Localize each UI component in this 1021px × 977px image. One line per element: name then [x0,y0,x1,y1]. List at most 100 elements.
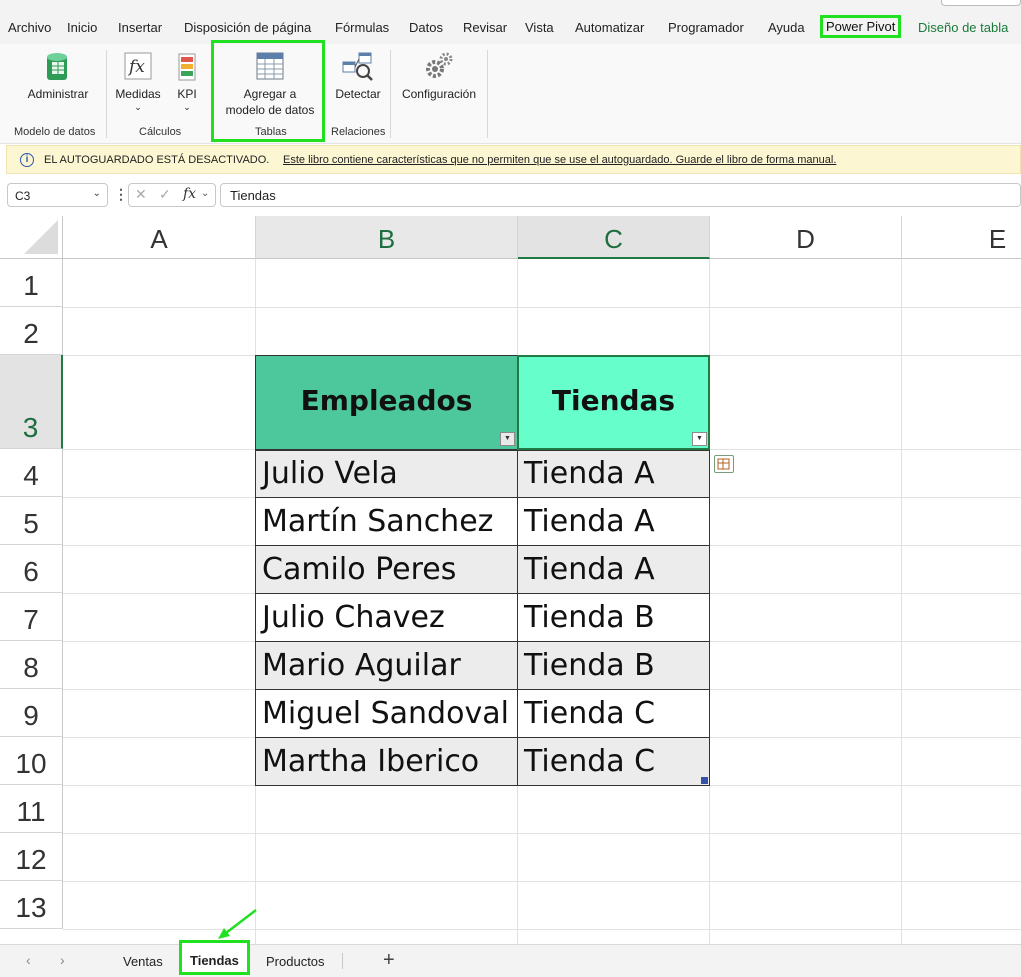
column-header-a[interactable]: A [63,216,256,259]
tab-automatizar[interactable]: Automatizar [575,20,644,35]
formula-bar: C3 ⌄ ⋮ ✕ ✓ fx ⌄ Tiendas [0,180,1021,210]
sheet-tab-productos[interactable]: Productos [266,954,325,969]
column-header-b[interactable]: B [256,216,518,259]
group-label-tablas: Tablas [255,126,287,138]
table-cell[interactable]: Tienda C [518,696,655,731]
column-header-d[interactable]: D [710,216,902,259]
configuracion-button[interactable]: Configuración [398,50,480,102]
fx-function-icon: fx [124,52,152,80]
column-header-e[interactable]: E [902,216,1021,259]
table-cell[interactable]: Tienda B [518,648,655,683]
administrar-label: Administrar [27,87,89,101]
ribbon-separator [106,50,107,138]
data-model-icon [47,53,67,80]
row-header[interactable]: 6 [0,545,63,593]
table-cell[interactable]: Miguel Sandoval [256,696,509,731]
cancel-icon[interactable]: ✕ [135,186,147,203]
group-label-relaciones: Relaciones [331,126,386,138]
chevron-down-icon[interactable]: ⌄ [93,188,101,199]
annotation-arrow-icon [218,909,257,939]
name-box-value: C3 [15,189,31,203]
group-label-modelo: Modelo de datos [14,126,96,138]
more-options-icon[interactable]: ⋮ [114,186,128,203]
tab-programador[interactable]: Programador [668,20,744,35]
tab-formulas[interactable]: Fórmulas [335,20,389,35]
tab-diseno-de-tabla[interactable]: Diseño de tabla [918,20,1008,35]
table-cell[interactable]: Tienda A [518,504,655,539]
chevron-down-icon[interactable]: ⌄ [201,188,209,199]
table-cell[interactable]: Tienda C [518,744,655,779]
select-all-button[interactable] [0,216,63,259]
kpi-button[interactable]: KPI ⌄ [172,50,202,112]
sheet-tab-bar: ‹ › Ventas Tiendas Productos + [0,940,1021,977]
sheet-tab-ventas[interactable]: Ventas [123,954,163,969]
configuracion-label: Configuración [401,87,477,101]
confirm-icon[interactable]: ✓ [159,186,171,203]
row-header[interactable]: 1 [0,259,63,307]
row-header[interactable]: 2 [0,307,63,355]
table-resize-handle[interactable] [701,777,708,784]
tab-datos[interactable]: Datos [409,20,443,35]
detectar-button[interactable]: Detectar [333,50,383,102]
table-cell[interactable]: Martha Iberico [256,744,479,779]
chevron-down-icon: ⌄ [134,102,142,112]
table-cell[interactable]: Julio Chavez [256,600,445,635]
tab-disposicion[interactable]: Disposición de página [184,20,311,35]
table-cell[interactable]: Tienda B [518,600,655,635]
tab-vista[interactable]: Vista [525,20,554,35]
table-cell[interactable]: Julio Vela [256,456,398,491]
tab-revisar[interactable]: Revisar [463,20,507,35]
tab-ayuda[interactable]: Ayuda [768,20,805,35]
tab-power-pivot[interactable]: Power Pivot [820,15,902,38]
insert-function-icon[interactable]: fx [183,186,196,202]
formula-input[interactable]: Tiendas [220,183,1021,207]
svg-text:fx: fx [127,57,145,77]
detectar-label: Detectar [335,87,381,101]
tab-archivo[interactable]: Archivo [8,20,51,35]
row-header[interactable]: 9 [0,689,63,737]
row-header[interactable]: 4 [0,449,63,497]
row-header[interactable]: 13 [0,881,63,929]
add-sheet-button[interactable]: + [383,949,395,972]
row-header[interactable]: 8 [0,641,63,689]
row-header[interactable]: 11 [0,785,63,833]
chevron-left-icon[interactable]: ‹ [26,952,31,968]
infobar-message-link[interactable]: Este libro contiene características que … [283,154,836,166]
sheet-tab-tiendas[interactable]: Tiendas [179,940,250,975]
tab-inicio[interactable]: Inicio [67,20,97,35]
active-cell-outline [517,355,710,450]
row-header-selected[interactable]: 3 [0,355,63,449]
administrar-button[interactable]: Administrar [20,50,96,102]
table-cell[interactable]: Mario Aguilar [256,648,461,683]
info-icon: i [20,153,34,167]
search-box-edge[interactable] [941,0,1021,6]
gear-icon [426,52,453,78]
formula-buttons: ✕ ✓ fx ⌄ [128,183,216,207]
table-grid-icon [256,52,284,80]
name-box[interactable]: C3 ⌄ [7,183,108,207]
column-header-c[interactable]: C [518,216,710,259]
autosave-info-bar: i EL AUTOGUARDADO ESTÁ DESACTIVADO. Este… [6,145,1021,174]
chevron-right-icon[interactable]: › [60,952,65,968]
table-cell[interactable]: Camilo Peres [256,552,456,587]
table-cell[interactable]: Martín Sanchez [256,504,493,539]
row-header[interactable]: 5 [0,497,63,545]
detect-relationships-icon [342,52,373,81]
agregar-modelo-button[interactable]: Agregar a modelo de datos [220,50,320,118]
ribbon-separator [487,50,488,138]
row-header[interactable]: 12 [0,833,63,881]
row-header[interactable]: 10 [0,737,63,785]
ribbon-power-pivot: Administrar Modelo de datos fx Medidas ⌄… [0,40,1021,144]
table-cell[interactable]: Tienda A [518,552,655,587]
quick-analysis-glyph-icon [717,458,730,470]
tab-divider [342,953,343,969]
table-cell[interactable]: Tienda A [518,456,655,491]
ribbon-separator [390,50,391,138]
agregar-label-2: modelo de datos [225,103,315,117]
medidas-button[interactable]: fx Medidas ⌄ [114,50,162,112]
group-label-calculos: Cálculos [139,126,182,138]
tab-insertar[interactable]: Insertar [118,20,162,35]
quick-analysis-icon[interactable] [714,455,734,473]
row-header[interactable]: 7 [0,593,63,641]
infobar-title: EL AUTOGUARDADO ESTÁ DESACTIVADO. [44,154,270,166]
